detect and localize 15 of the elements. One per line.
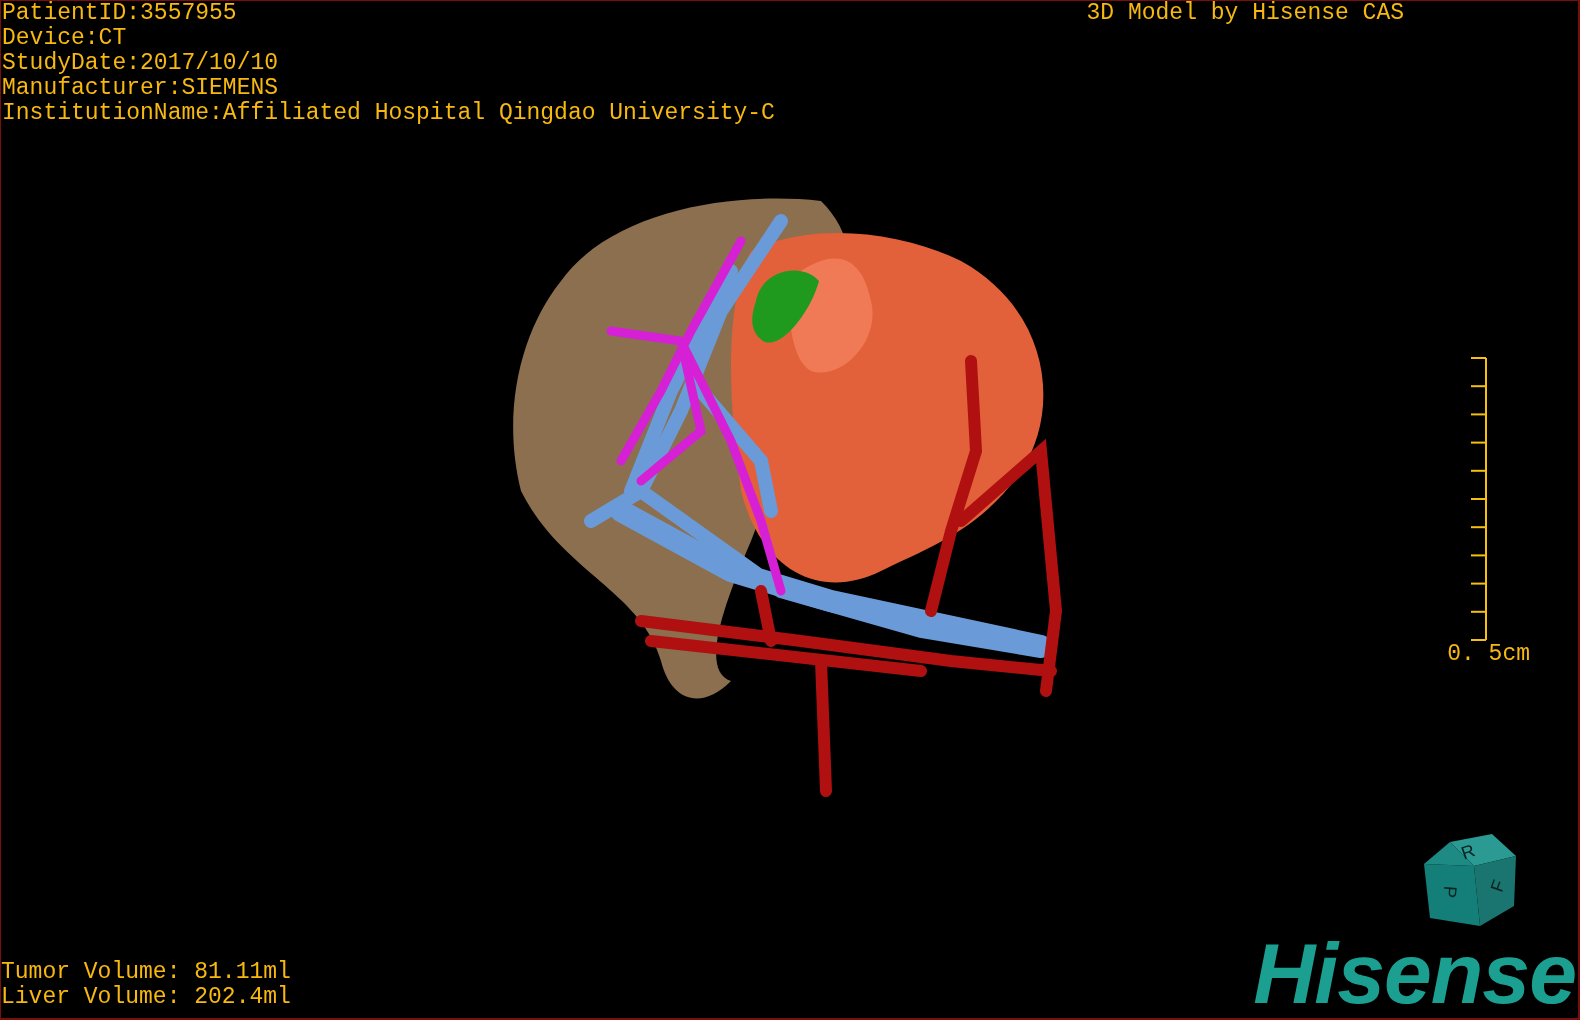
cube-face-label: P [1439,885,1461,899]
orientation-cube-icon[interactable] [1424,834,1516,926]
study-info-line: Manufacturer:SIEMENS [2,76,279,101]
study-info-line: PatientID:3557955 [2,1,237,26]
study-info-line: StudyDate:2017/10/10 [2,51,279,76]
brand-logo: Hisense [1253,936,1577,1018]
volume-reading: Tumor Volume: 81.11ml [1,960,291,985]
scale-label: 0. 5cm [1447,642,1530,667]
study-info-line: InstitutionName:Affiliated Hospital Qingdao University-C [2,101,775,126]
liver-model-drawing[interactable] [513,198,1063,797]
study-info-line: Device:CT [2,26,127,51]
volume-reading: Liver Volume: 202.4ml [1,985,291,1010]
cube-face-label: F [1486,877,1510,895]
cube-face-label: R [1458,840,1478,864]
model-title: 3D Model by Hisense CAS [1086,1,1404,28]
